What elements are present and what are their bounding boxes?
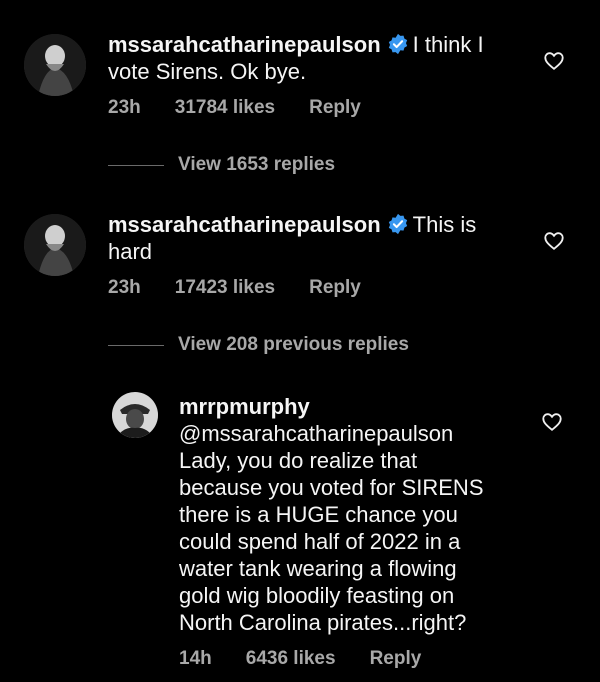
like-heart-icon[interactable] [543,50,565,72]
reply-text-line: water tank wearing a flowing [179,556,457,581]
reply-text-line: because you voted for SIRENS [179,475,484,500]
reply-text-line: could spend half of 2022 in a [179,529,461,554]
reply-likes[interactable]: 6436 likes [246,648,336,669]
avatar[interactable] [24,214,86,276]
reply-text-line: gold wig bloodily feasting on [179,583,455,608]
verified-badge-icon [388,33,407,55]
like-heart-icon[interactable] [543,230,565,252]
comment-username[interactable]: mssarahcatharinepaulson [108,32,381,57]
avatar[interactable] [112,392,158,438]
reply-button[interactable]: Reply [309,97,361,118]
reply-username[interactable]: mrrpmurphy [179,394,310,419]
verified-badge-icon [388,213,407,235]
comment-username[interactable]: mssarahcatharinepaulson [108,212,381,237]
comment-text-first: I think I [412,32,484,57]
replies-divider [108,345,164,346]
reply-time: 14h [179,648,212,669]
reply-mention[interactable]: @mssarahcatharinepaulson [179,421,453,446]
avatar[interactable] [24,34,86,96]
comment-text-rest: vote Sirens. Ok bye. [108,59,307,84]
comment-likes[interactable]: 17423 likes [175,277,275,298]
replies-divider [108,165,164,166]
reply-text-line: there is a HUGE chance you [179,502,458,527]
reply-button[interactable]: Reply [309,277,361,298]
comment-text-rest: hard [108,239,153,264]
reply-text-line: North Carolina pirates...right? [179,610,467,635]
view-previous-replies-button[interactable]: View 208 previous replies [178,334,409,356]
reply-text-line: Lady, you do realize that [179,448,418,473]
comment-likes[interactable]: 31784 likes [175,97,275,118]
comment-time: 23h [108,277,141,298]
view-replies-button[interactable]: View 1653 replies [178,154,335,176]
reply-button[interactable]: Reply [370,648,422,669]
comment-time: 23h [108,97,141,118]
like-heart-icon[interactable] [541,411,563,433]
comment-text-first: This is [412,212,477,237]
